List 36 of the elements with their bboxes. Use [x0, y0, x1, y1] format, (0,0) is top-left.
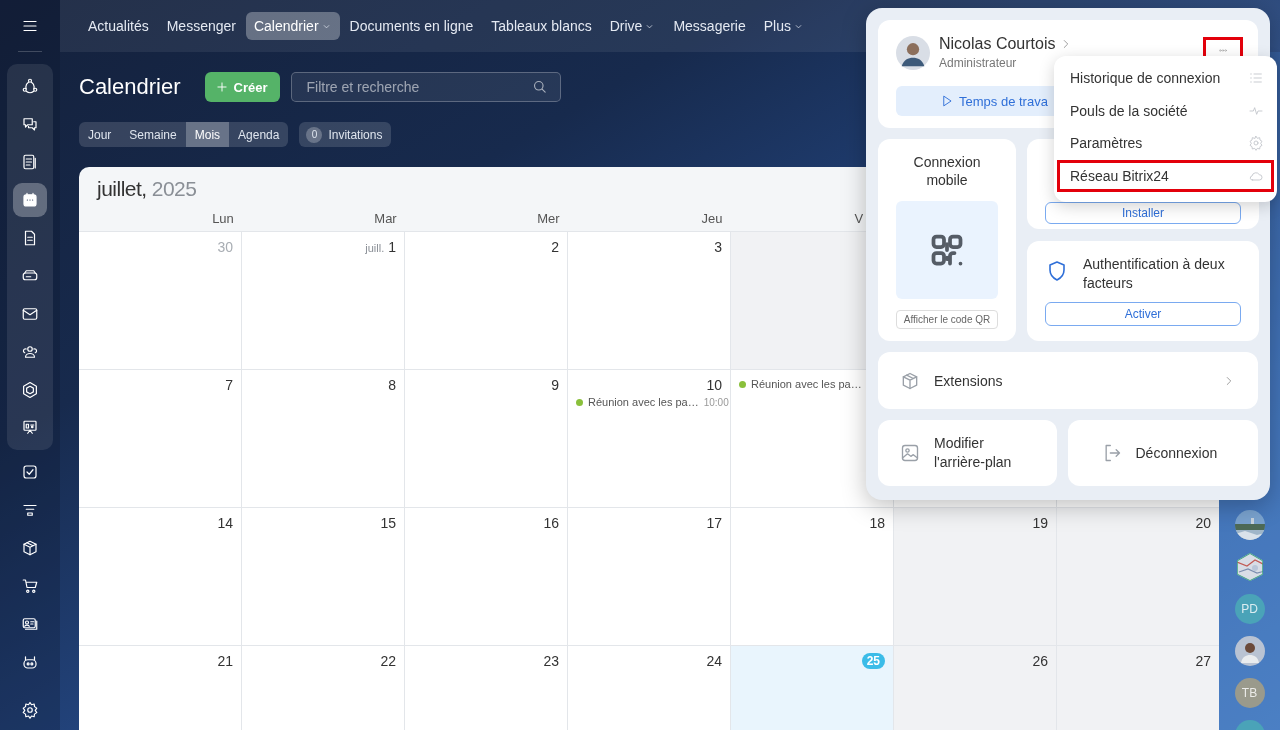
- month-label: juillet,: [97, 177, 147, 200]
- weekday-label: Jeu: [700, 210, 724, 226]
- event-time: 10:00: [703, 396, 729, 408]
- day-number: 30: [217, 239, 233, 255]
- day-number: 3: [714, 239, 722, 255]
- weekday-label: V: [853, 210, 865, 226]
- day-number: 22: [380, 653, 396, 669]
- weekday-label: Mar: [373, 210, 398, 226]
- day-number: 10: [706, 377, 722, 393]
- day-number: 20: [1195, 515, 1211, 531]
- day-number: 8: [388, 377, 396, 393]
- day-number: 23: [543, 653, 559, 669]
- day-number: 9: [551, 377, 559, 393]
- day-number: 16: [543, 515, 559, 531]
- day-number: 15: [380, 515, 396, 531]
- month-prefix: juill.: [365, 242, 385, 254]
- page-title: Calendrier: [79, 74, 181, 100]
- day-number: 17: [706, 515, 722, 531]
- user-role: Administrateur: [939, 56, 1018, 70]
- day-number: 7: [225, 377, 233, 393]
- today-badge: 25: [861, 653, 885, 669]
- card-title: Authentification à deux facteurs: [1083, 255, 1226, 293]
- day-number: 21: [217, 653, 233, 669]
- day-number: 19: [1032, 515, 1048, 531]
- weekday-label: Lun: [211, 210, 235, 226]
- day-number: 2: [551, 239, 559, 255]
- day-number: 1: [388, 239, 396, 255]
- weekday-label: Mer: [536, 210, 561, 226]
- day-number: 27: [1195, 653, 1211, 669]
- day-number: 14: [217, 515, 233, 531]
- day-number: 18: [869, 515, 885, 531]
- year-label: 2025: [151, 177, 197, 200]
- invitation-count: 0: [306, 126, 323, 143]
- day-number: 24: [706, 653, 722, 669]
- day-number: 26: [1032, 653, 1048, 669]
- card-title: Connexion mobile: [912, 153, 982, 189]
